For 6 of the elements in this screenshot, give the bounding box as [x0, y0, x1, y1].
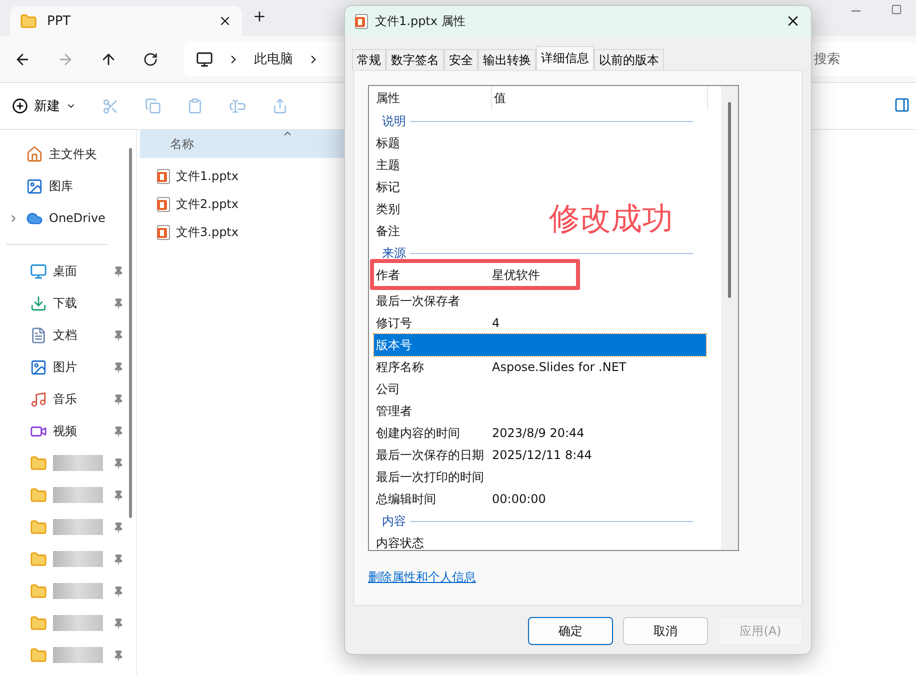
- section-label: 内容: [382, 512, 406, 530]
- section-label: 来源: [382, 244, 406, 262]
- annotation-text: 修改成功: [549, 200, 673, 239]
- section-label: 说明: [382, 112, 406, 130]
- dialog-title: 文件1.pptx 属性: [375, 12, 466, 30]
- tab-title: PPT: [47, 14, 72, 28]
